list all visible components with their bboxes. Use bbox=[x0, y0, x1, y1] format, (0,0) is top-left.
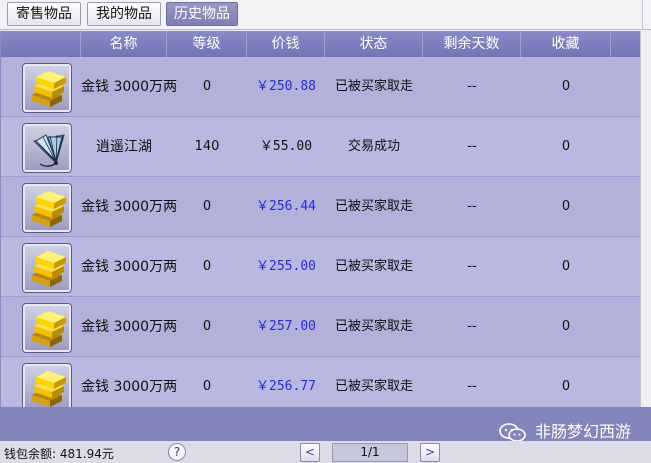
item-price: ￥55.00 bbox=[259, 139, 313, 154]
tab-my-items[interactable]: 我的物品 bbox=[87, 2, 161, 26]
item-favorite-count: 0 bbox=[561, 319, 571, 334]
tab-consignment-items[interactable]: 寄售物品 bbox=[7, 2, 81, 26]
next-page-button[interactable]: > bbox=[420, 443, 440, 462]
item-favorite-count: 0 bbox=[561, 139, 571, 154]
wechat-icon bbox=[499, 423, 526, 442]
header-level[interactable]: 等级 bbox=[167, 31, 247, 57]
item-icon-slot[interactable] bbox=[22, 123, 72, 173]
table-row[interactable]: 金钱 3000万两 0 ￥250.88 已被买家取走 -- 0 bbox=[1, 57, 640, 117]
item-favorite-count: 0 bbox=[561, 259, 571, 274]
item-level: 0 bbox=[202, 79, 212, 94]
gold-bars-icon bbox=[32, 191, 66, 227]
item-days-left: -- bbox=[467, 379, 477, 394]
tabbar-divider bbox=[642, 0, 643, 30]
header-days-left[interactable]: 剩余天数 bbox=[423, 31, 521, 57]
item-level: 0 bbox=[202, 379, 212, 394]
header-price[interactable]: 价钱 bbox=[247, 31, 325, 57]
table-row[interactable]: 金钱 3000万两 0 ￥257.00 已被买家取走 -- 0 bbox=[1, 297, 640, 357]
scrollbar-track[interactable] bbox=[640, 31, 651, 407]
item-name: 金钱 3000万两 bbox=[81, 319, 178, 335]
table-row[interactable]: 金钱 3000万两 0 ￥256.44 已被买家取走 -- 0 bbox=[1, 177, 640, 237]
item-list: 名称 等级 价钱 状态 剩余天数 收藏 金钱 3000万两 0 ￥250.88 已被买… bbox=[0, 31, 640, 407]
item-name: 逍遥江湖 bbox=[96, 139, 152, 155]
item-name: 金钱 3000万两 bbox=[81, 379, 178, 395]
item-icon-slot[interactable] bbox=[22, 243, 72, 293]
item-days-left: -- bbox=[467, 139, 477, 154]
item-icon-slot[interactable] bbox=[22, 303, 72, 353]
status-bar: 钱包余额: 481.94元 ? < 1/1 > bbox=[0, 441, 651, 463]
table-row[interactable]: 金钱 3000万两 0 ￥256.77 已被买家取走 -- 0 bbox=[1, 357, 640, 407]
item-status: 已被买家取走 bbox=[334, 259, 413, 274]
fan-icon bbox=[32, 134, 65, 167]
item-name: 金钱 3000万两 bbox=[81, 199, 178, 215]
header-favorite[interactable]: 收藏 bbox=[521, 31, 611, 57]
item-price: ￥250.88 bbox=[256, 79, 316, 94]
item-price: ￥256.44 bbox=[256, 199, 316, 214]
item-status: 已被买家取走 bbox=[334, 199, 413, 214]
tab-history-items[interactable]: 历史物品 bbox=[166, 2, 238, 26]
item-icon-slot[interactable] bbox=[22, 183, 72, 233]
item-status: 已被买家取走 bbox=[334, 319, 413, 334]
item-days-left: -- bbox=[467, 259, 477, 274]
item-level: 0 bbox=[202, 259, 212, 274]
item-level: 0 bbox=[202, 319, 212, 334]
item-days-left: -- bbox=[467, 319, 477, 334]
watermark-text: 非肠梦幻西游 bbox=[535, 422, 632, 441]
item-favorite-count: 0 bbox=[561, 79, 571, 94]
item-icon-slot[interactable] bbox=[22, 363, 72, 407]
header-status[interactable]: 状态 bbox=[325, 31, 423, 57]
page-indicator: 1/1 bbox=[332, 443, 408, 462]
prev-page-button[interactable]: < bbox=[300, 443, 320, 462]
header-name[interactable]: 名称 bbox=[81, 31, 167, 57]
tab-bar: 寄售物品 我的物品 历史物品 bbox=[0, 0, 651, 30]
gold-bars-icon bbox=[32, 311, 66, 347]
item-price: ￥257.00 bbox=[256, 319, 316, 334]
item-status: 交易成功 bbox=[347, 139, 400, 154]
item-favorite-count: 0 bbox=[561, 379, 571, 394]
gold-bars-icon bbox=[32, 371, 66, 407]
item-price: ￥256.77 bbox=[256, 379, 316, 394]
wallet-balance: 钱包余额: 481.94元 bbox=[4, 447, 114, 461]
item-level: 140 bbox=[194, 139, 220, 154]
header-spacer bbox=[1, 31, 81, 57]
gold-bars-icon bbox=[32, 71, 66, 107]
table-row[interactable]: 金钱 3000万两 0 ￥255.00 已被买家取走 -- 0 bbox=[1, 237, 640, 297]
item-icon-slot[interactable] bbox=[22, 63, 72, 113]
item-name: 金钱 3000万两 bbox=[81, 259, 178, 275]
gold-bars-icon bbox=[32, 251, 66, 287]
item-status: 已被买家取走 bbox=[334, 79, 413, 94]
help-button[interactable]: ? bbox=[168, 443, 186, 461]
table-row[interactable]: 逍遥江湖 140 ￥55.00 交易成功 -- 0 bbox=[1, 117, 640, 177]
item-days-left: -- bbox=[467, 79, 477, 94]
item-status: 已被买家取走 bbox=[334, 379, 413, 394]
item-favorite-count: 0 bbox=[561, 199, 571, 214]
item-level: 0 bbox=[202, 199, 212, 214]
table-header: 名称 等级 价钱 状态 剩余天数 收藏 bbox=[1, 31, 640, 57]
item-price: ￥255.00 bbox=[256, 259, 316, 274]
item-name: 金钱 3000万两 bbox=[81, 79, 178, 95]
item-days-left: -- bbox=[467, 199, 477, 214]
